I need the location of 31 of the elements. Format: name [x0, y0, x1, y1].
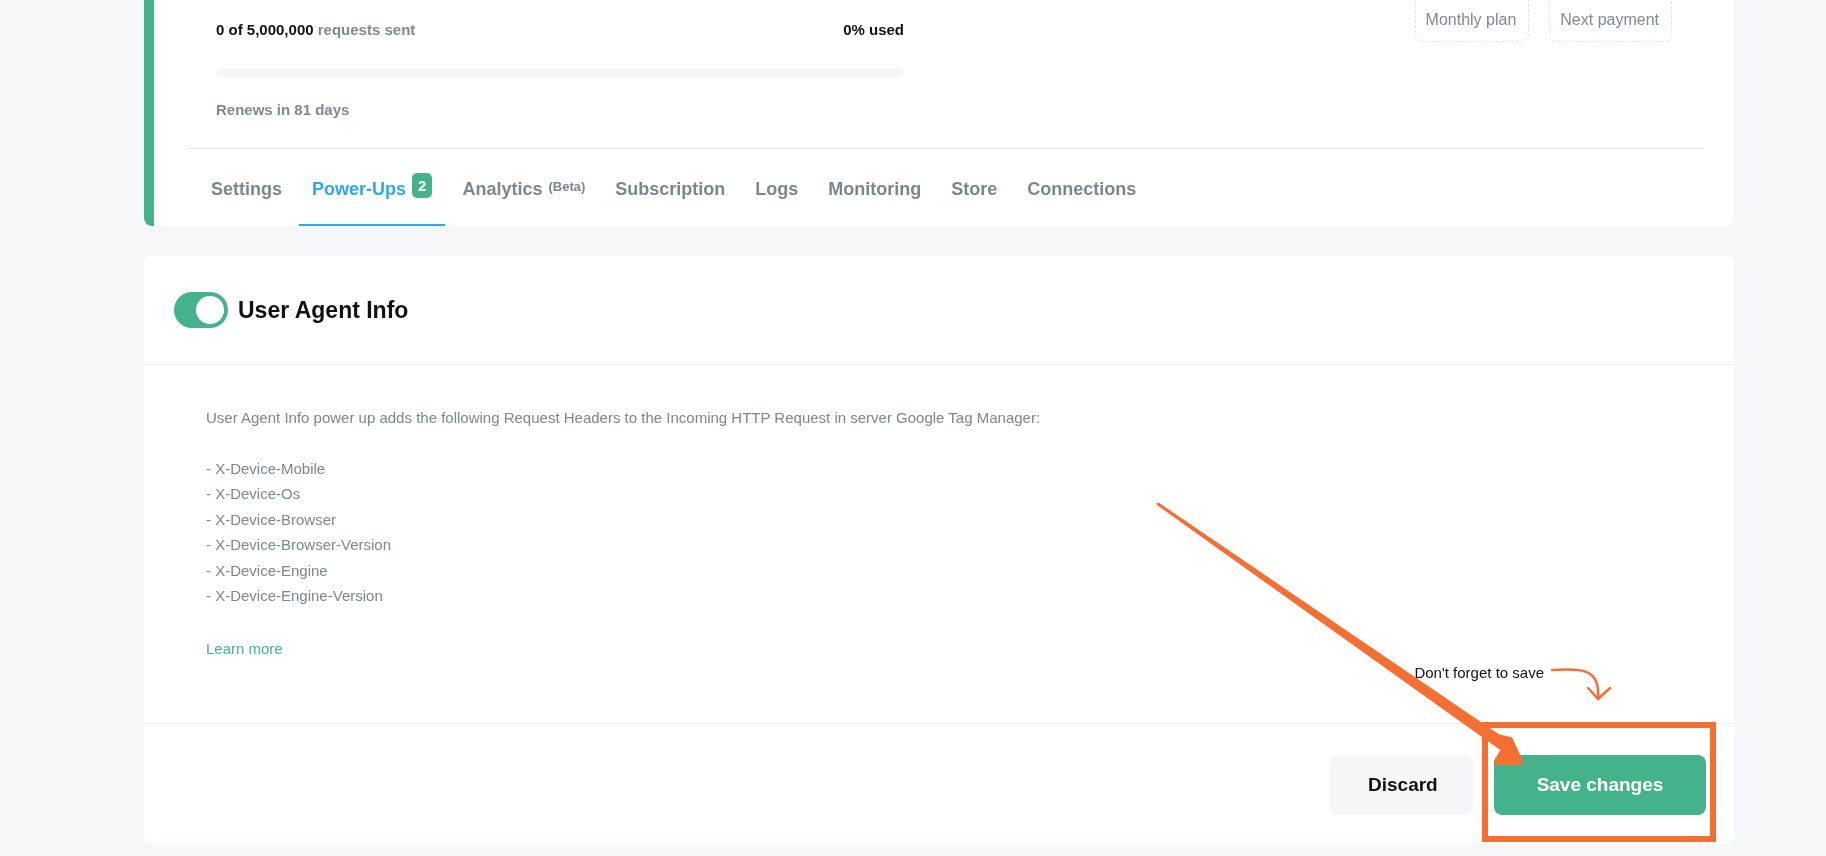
nav-tab[interactable]: Power-Ups 2 — [299, 149, 446, 226]
nav-tab[interactable]: Monitoring — [815, 149, 935, 226]
requests-sent-text: 0 of 5,000,000 requests sent — [216, 21, 416, 38]
discard-button[interactable]: Discard — [1330, 755, 1473, 815]
nav-tab[interactable]: Logs — [742, 149, 812, 226]
header-list-item: - X-Device-Engine-Version — [206, 586, 384, 606]
description-text: User Agent Info power up adds the following Request Headers to the Incoming HTTP Request in server Google Tag Manager: — [206, 408, 1042, 428]
count-badge: 2 — [412, 173, 433, 198]
renewal-text: Renews in 81 days — [216, 101, 351, 120]
tab-label: Analytics — [462, 179, 543, 200]
plan-info-subtitle: Next payment — [1560, 10, 1659, 30]
tab-suffix: (Beta) — [548, 179, 586, 194]
nav-tab[interactable]: Connections — [1014, 149, 1150, 226]
tab-label: Power-Ups — [312, 179, 407, 200]
curved-arrow — [1550, 668, 1612, 701]
nav-tab[interactable]: Settings — [198, 149, 295, 226]
header-list-item: - X-Device-Browser — [206, 509, 338, 530]
header-list-item: - X-Device-Engine — [206, 560, 329, 581]
nav-tab[interactable]: Store — [938, 149, 1011, 226]
plan-info-subtitle: Monthly plan — [1425, 10, 1517, 30]
nav-tab[interactable]: Subscription — [602, 149, 739, 226]
annotation-note: Don't forget to save — [1414, 662, 1544, 683]
nav-tab[interactable]: Analytics (Beta) — [449, 149, 599, 226]
usage-percent: 0% used — [843, 21, 904, 38]
learn-more-link[interactable]: Learn more — [206, 635, 283, 661]
save-button[interactable]: Save changes — [1494, 755, 1706, 815]
toggle-switch[interactable] — [174, 292, 228, 328]
header-list-item: - X-Device-Os — [206, 484, 302, 504]
header-list-item: - X-Device-Browser-Version — [206, 535, 393, 555]
power-up-title: User Agent Info — [238, 296, 409, 324]
header-list-item: - X-Device-Mobile — [206, 458, 327, 479]
